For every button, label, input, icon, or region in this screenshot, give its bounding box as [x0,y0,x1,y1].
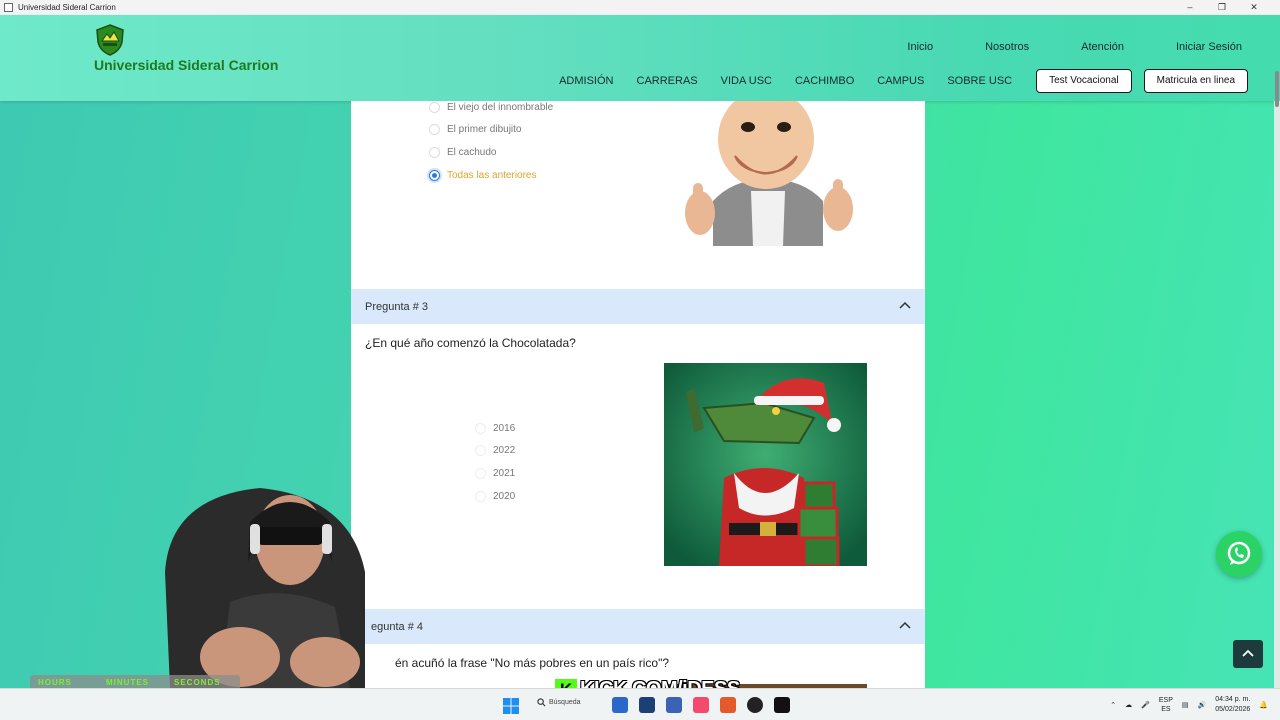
radio-button[interactable] [429,146,440,158]
question3-option[interactable]: 2022 [475,440,515,463]
whatsapp-button[interactable] [1216,531,1262,577]
nav-vida-usc[interactable]: VIDA USC [721,75,772,87]
notification-bell-icon[interactable]: 🔔 [1259,701,1268,709]
question3-options: 2016 2022 2021 2020 [475,417,515,507]
close-icon[interactable]: ✕ [1238,0,1270,15]
university-shield-icon[interactable] [95,24,125,56]
taskbar-app-icon[interactable] [612,697,628,713]
taskbar-clock[interactable]: 04:34 p. m. 05/02/2026 [1215,695,1250,715]
taskbar-apps [612,697,790,713]
question2-option[interactable]: El viejo del innombrable [429,101,553,119]
matricula-button[interactable]: Matricula en linea [1143,69,1248,93]
site-header: Universidad Sideral Carrion Inicio Nosot… [0,15,1280,101]
maximize-icon[interactable]: ❐ [1206,0,1238,15]
question3-option[interactable]: 2016 [475,417,515,440]
timer-labels: HOURS MINUTES SECONDS [38,678,221,687]
thumbs-up-cartoon-image [685,101,853,246]
taskbar-app-icon[interactable] [720,697,736,713]
radio-button[interactable] [475,422,486,434]
nav-inicio[interactable]: Inicio [907,41,933,53]
crocodile-santa-image [664,363,867,566]
question3-number: Pregunta # 3 [365,300,428,313]
nav-admision[interactable]: ADMISIÓN [559,75,613,87]
system-tray: ⌃ ☁ 🎤 ESP ES ▤ 🔊 04:34 p. m. 05/02/2026 … [1110,695,1268,715]
question3-option[interactable]: 2020 [475,485,515,508]
question2-option[interactable]: El primer dibujito [429,119,553,142]
chevron-up-icon [1242,649,1254,657]
chevron-up-icon[interactable] [899,620,911,632]
obs-icon[interactable] [747,697,763,713]
radio-button-checked[interactable] [429,169,440,181]
taskbar-app-icon[interactable] [693,697,709,713]
question3-text: ¿En qué año comenzó la Chocolatada? [365,336,576,350]
network-icon[interactable]: ▤ [1182,701,1189,709]
nav-atencion[interactable]: Atención [1081,41,1124,53]
streamer-webcam-overlay [165,488,365,688]
radio-button[interactable] [429,124,440,136]
scroll-to-top-button[interactable] [1233,640,1263,668]
nav-campus[interactable]: CAMPUS [877,75,924,87]
page-scrollbar[interactable] [1274,71,1280,688]
question3-option[interactable]: 2021 [475,462,515,485]
window-titlebar: Universidad Sideral Carrion – ❐ ✕ [0,0,1280,15]
nav-nosotros[interactable]: Nosotros [985,41,1029,53]
volume-icon[interactable]: 🔊 [1198,701,1207,709]
quiz-content: El viejo del innombrable El primer dibuj… [351,101,925,688]
microphone-icon[interactable]: 🎤 [1141,701,1150,709]
test-vocacional-button[interactable]: Test Vocacional [1036,69,1132,93]
radio-button[interactable] [475,467,486,479]
window-title: Universidad Sideral Carrion [18,3,116,12]
top-nav: Inicio Nosotros Atención Iniciar Sesión [855,41,1242,53]
minimize-icon[interactable]: – [1174,0,1206,15]
windows-start-icon[interactable] [503,698,519,714]
chevron-up-icon[interactable]: ⌃ [1110,701,1116,709]
whatsapp-icon [1227,541,1251,565]
question3-header[interactable]: Pregunta # 3 [351,289,925,324]
question2-options: El viejo del innombrable El primer dibuj… [429,101,553,186]
taskbar-search[interactable]: Búsqueda [537,698,581,707]
taskbar-app-icon[interactable] [774,697,790,713]
taskbar-app-icon[interactable] [666,697,682,713]
radio-button[interactable] [475,445,486,457]
nav-iniciar-sesion[interactable]: Iniciar Sesión [1176,41,1242,53]
question2-option[interactable]: El cachudo [429,141,553,164]
language-indicator[interactable]: ESP ES [1159,696,1173,714]
radio-button[interactable] [475,490,486,502]
question4-text: én acuñó la frase "No más pobres en un p… [395,656,670,670]
cloud-icon[interactable]: ☁ [1125,701,1132,709]
chevron-up-icon[interactable] [899,300,911,312]
main-nav: ADMISIÓN CARRERAS VIDA USC CACHIMBO CAMP… [536,69,1248,93]
nav-sobre-usc[interactable]: SOBRE USC [947,75,1012,87]
brand-name[interactable]: Universidad Sideral Carrion [94,57,278,73]
app-icon [4,3,13,12]
nav-carreras[interactable]: CARRERAS [637,75,698,87]
search-icon [537,698,546,707]
question2-option-selected[interactable]: Todas las anteriores [429,164,553,187]
scrollbar-thumb[interactable] [1275,71,1279,107]
radio-button[interactable] [429,101,440,113]
taskbar-app-icon[interactable] [639,697,655,713]
question4-header[interactable]: egunta # 4 [351,609,925,644]
nav-cachimbo[interactable]: CACHIMBO [795,75,854,87]
taskbar: Búsqueda ⌃ ☁ 🎤 ESP ES ▤ 🔊 04:34 p. m. 05… [0,688,1280,720]
window-controls: – ❐ ✕ [1174,0,1270,15]
